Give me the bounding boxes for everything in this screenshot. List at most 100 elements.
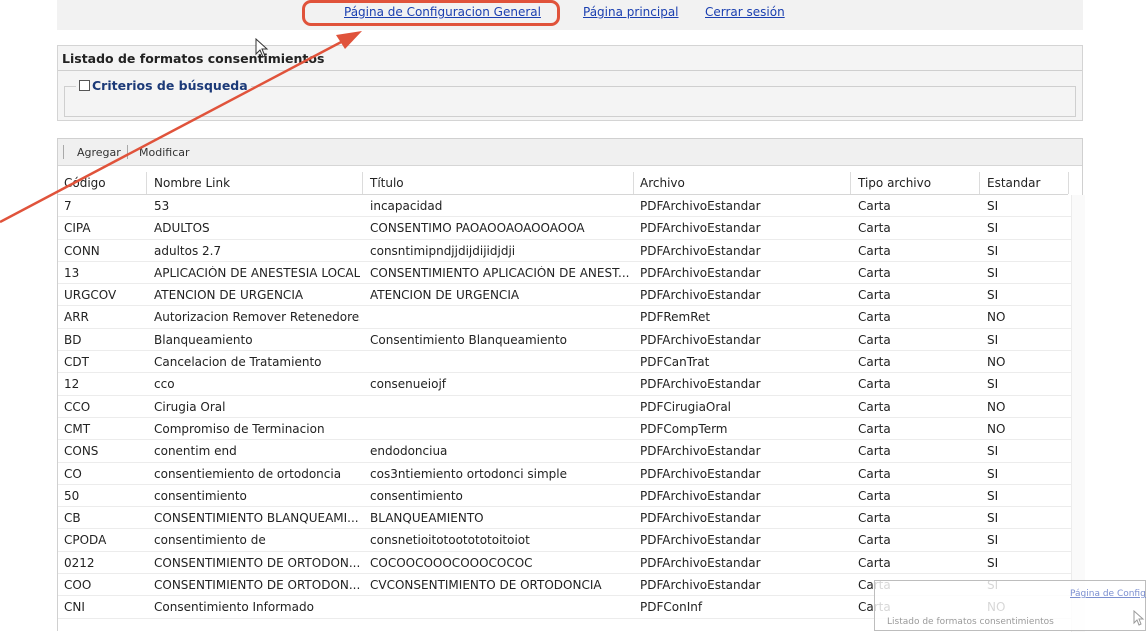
cell-archivo: PDFArchivoEstandar xyxy=(640,199,761,213)
ghost-preview-overlay: Listado de formatos consentimientos xyxy=(874,580,1146,631)
vertical-scrollbar[interactable] xyxy=(1071,195,1085,632)
column-header-tipo-archivo[interactable]: Tipo archivo xyxy=(858,176,978,190)
table-row[interactable]: BD Blanqueamiento Consentimiento Blanqueam… xyxy=(58,329,1084,352)
table-row[interactable]: 0212 CONSENTIMIENTO DE ORTODON... COCOOCOO… xyxy=(58,552,1084,575)
table-row[interactable]: CDT Cancelacion de Tratamiento PDFCanTrat C… xyxy=(58,351,1084,374)
cell-tipo-archivo: Carta xyxy=(858,421,891,436)
cell-tipo-archivo: Carta xyxy=(858,288,891,303)
cell-nombre-link: 53 xyxy=(154,199,170,213)
column-divider[interactable] xyxy=(362,172,363,194)
grid-header: Código Nombre Link Título Archivo Tipo a… xyxy=(58,172,1069,195)
cell-titulo: CONSENTIMO PAOAOOAOAOOAOOA xyxy=(370,221,585,236)
cell-tipo-archivo: Carta xyxy=(858,265,891,280)
cell-titulo: cos3ntiemiento ortodonci simple xyxy=(370,466,567,481)
table-row[interactable]: 7 53 incapacidad PDFArchivoEstandar Carta SI xyxy=(58,195,1084,218)
cell-titulo: COCOOCOOOCOOOCOCOC xyxy=(370,555,533,570)
cell-tipo-archivo: Carta xyxy=(858,555,891,570)
table-row[interactable]: 13 APLICACIÓN DE ANESTESIA LOCAL CONSENTIM… xyxy=(58,262,1084,285)
table-row[interactable]: CIPA ADULTOS CONSENTIMO PAOAOOAOAOOAOOA PDF… xyxy=(58,217,1084,240)
cell-estandar: SI xyxy=(987,533,999,548)
cell-nombre-link: ADULTOS xyxy=(154,221,210,236)
cell-estandar: SI xyxy=(987,243,999,258)
toolbar-separator xyxy=(127,145,128,159)
cell-archivo: PDFCompTerm xyxy=(640,421,728,436)
cell-titulo: consnetioitotootototoitoiot xyxy=(370,533,530,548)
table-row[interactable]: CO consentiemiento de ortodoncia cos3ntiem… xyxy=(58,463,1084,485)
cell-titulo: ATENCION DE URGENCIA xyxy=(370,288,520,303)
cell-tipo-archivo: Carta xyxy=(858,488,891,503)
cell-nombre-link: adultos 2.7 xyxy=(154,243,222,258)
cell-tipo-archivo: Carta xyxy=(858,310,891,325)
cell-estandar: SI xyxy=(987,488,999,503)
criteria-label[interactable]: Criterios de búsqueda xyxy=(92,78,248,93)
cell-codigo: 13 xyxy=(64,265,80,280)
cell-tipo-archivo: Carta xyxy=(858,444,891,459)
cell-tipo-archivo: Carta xyxy=(858,377,891,392)
cell-codigo: CCO xyxy=(64,399,91,414)
cell-codigo: CB xyxy=(64,511,81,526)
cell-archivo: PDFArchivoEstandar xyxy=(640,377,761,392)
cell-archivo: PDFArchivoEstandar xyxy=(640,511,761,526)
criteria-checkbox[interactable] xyxy=(79,80,90,91)
home-page-link[interactable]: Página principal xyxy=(583,5,679,19)
cell-codigo: CMT xyxy=(64,421,91,436)
column-header-archivo[interactable]: Archivo xyxy=(640,176,840,190)
cell-titulo: Consentimiento Blanqueamiento xyxy=(370,332,568,347)
column-header-codigo[interactable]: Código xyxy=(64,176,144,190)
cell-estandar: SI xyxy=(987,555,999,570)
cell-nombre-link: APLICACIÓN DE ANESTESIA LOCAL xyxy=(154,265,360,280)
cell-codigo: CIPA xyxy=(64,221,91,236)
cell-estandar: NO xyxy=(987,399,1006,414)
table-row[interactable]: CONN adultos 2.7 consntimipndjjdijdijidjdj… xyxy=(58,240,1084,262)
cell-archivo: PDFArchivoEstandar xyxy=(640,555,761,570)
cell-archivo: PDFArchivoEstandar xyxy=(640,466,761,481)
column-header-titulo[interactable]: Título xyxy=(370,176,635,190)
cell-tipo-archivo: Carta xyxy=(858,466,891,481)
cell-estandar: NO xyxy=(987,355,1006,370)
edit-button[interactable]: Modificar xyxy=(139,146,190,159)
add-button[interactable]: Agregar xyxy=(77,146,121,159)
grid-rows: 7 53 incapacidad PDFArchivoEstandar Carta SI C… xyxy=(58,195,1084,619)
table-row[interactable]: CPODA consentimiento de consnetioitotootot… xyxy=(58,529,1084,552)
panel-title: Listado de formatos consentimientos xyxy=(62,51,325,66)
table-row[interactable]: CMT Compromiso de Terminacion PDFCompTerm C… xyxy=(58,418,1084,441)
cell-nombre-link: CONSENTIMIENTO DE ORTODON... xyxy=(154,555,360,570)
cell-codigo: URGCOV xyxy=(64,288,117,303)
column-divider[interactable] xyxy=(1068,172,1069,194)
cell-estandar: NO xyxy=(987,310,1006,325)
logout-link[interactable]: Cerrar sesión xyxy=(705,5,785,19)
cell-nombre-link: CONSENTIMIENTO DE ORTODON... xyxy=(154,578,360,593)
column-divider[interactable] xyxy=(850,172,851,194)
search-criteria-legend: Criterios de búsqueda xyxy=(76,78,251,93)
cell-nombre-link: Autorizacion Remover Retenedores xyxy=(154,310,360,325)
cell-tipo-archivo: Carta xyxy=(858,533,891,548)
cell-nombre-link: cco xyxy=(154,377,175,392)
table-row[interactable]: 12 cco consenueiojf PDFArchivoEstandar Carta… xyxy=(58,373,1084,396)
table-row[interactable]: CCO Cirugia Oral PDFCirugiaOral Carta NO xyxy=(58,396,1084,418)
column-header-estandar[interactable]: Estandar xyxy=(987,176,1067,190)
column-divider[interactable] xyxy=(979,172,980,194)
cell-archivo: PDFArchivoEstandar xyxy=(640,265,761,280)
column-header-nombre-link[interactable]: Nombre Link xyxy=(154,176,360,190)
table-row[interactable]: CB CONSENTIMIENTO BLANQUEAMI... BLANQUEAMI… xyxy=(58,507,1084,530)
cell-archivo: PDFArchivoEstandar xyxy=(640,488,761,503)
table-row[interactable]: URGCOV ATENCION DE URGENCIA ATENCION DE UR… xyxy=(58,284,1084,307)
cell-archivo: PDFArchivoEstandar xyxy=(640,533,761,548)
cell-tipo-archivo: Carta xyxy=(858,399,891,414)
column-divider[interactable] xyxy=(146,172,147,194)
column-divider[interactable] xyxy=(633,172,634,194)
table-row[interactable]: CONS conentim end endodonciua PDFArchivoEst… xyxy=(58,440,1084,463)
cell-estandar: SI xyxy=(987,288,999,303)
cell-titulo: BLANQUEAMIENTO xyxy=(370,511,484,526)
cell-tipo-archivo: Carta xyxy=(858,332,891,347)
cell-nombre-link: conentim end xyxy=(154,444,237,459)
cell-codigo: ARR xyxy=(64,310,89,325)
cell-tipo-archivo: Carta xyxy=(858,355,891,370)
cell-nombre-link: Cirugia Oral xyxy=(154,399,226,414)
cell-nombre-link: ATENCION DE URGENCIA xyxy=(154,288,304,303)
cell-codigo: 12 xyxy=(64,377,80,392)
table-row[interactable]: 50 consentimiento consentimiento PDFArchivo… xyxy=(58,485,1084,508)
cell-codigo: BD xyxy=(64,332,82,347)
table-row[interactable]: ARR Autorizacion Remover Retenedores PDFRe… xyxy=(58,306,1084,329)
cell-codigo: CPODA xyxy=(64,533,107,548)
